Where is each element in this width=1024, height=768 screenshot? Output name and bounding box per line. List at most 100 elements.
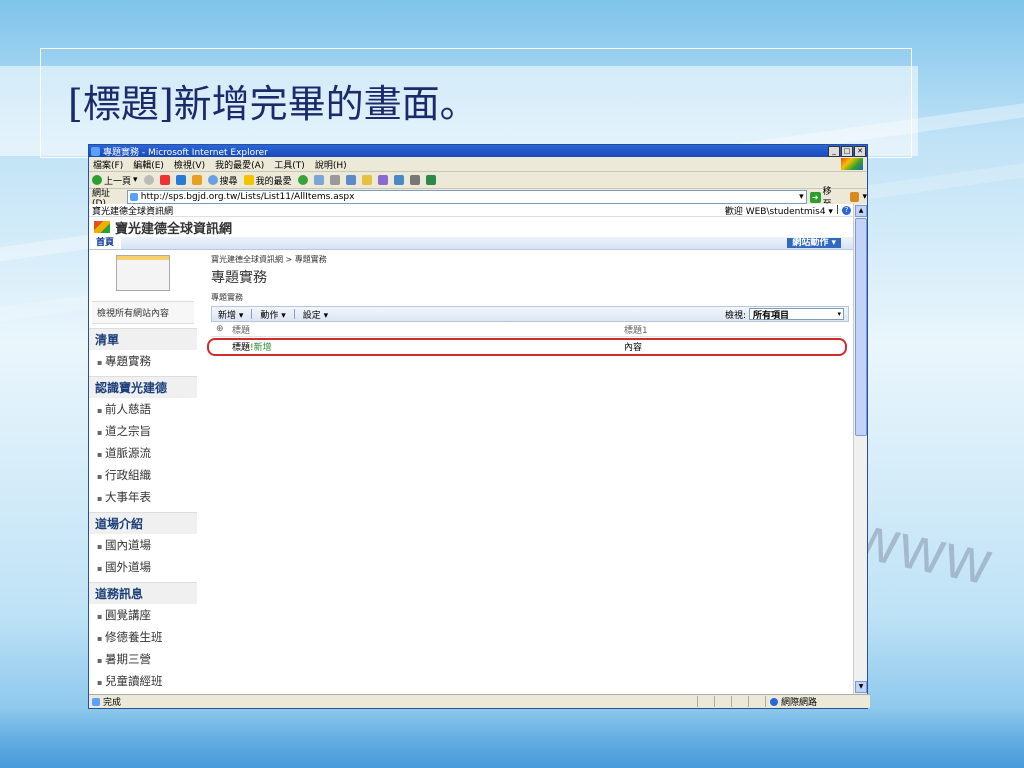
column-title1[interactable]: 標題1 (624, 323, 648, 336)
slide-title: [標題]新增完畢的畫面。 (68, 82, 478, 126)
close-button[interactable]: ✕ (854, 145, 866, 157)
ie-icon (91, 146, 100, 156)
sp-header: 寶光建德全球資訊網 (89, 217, 853, 237)
sidebar-item[interactable]: 大事年表 (89, 486, 197, 508)
table-row[interactable]: 標題!新增 內容 (207, 338, 847, 356)
menu-bar: 檔案(F) 編輯(E) 檢視(V) 我的最愛(A) 工具(T) 說明(H) (89, 157, 867, 172)
mail-icon[interactable] (313, 175, 324, 185)
list-header: ⊕ 標題 標題1 (211, 322, 841, 337)
sidebar-item[interactable]: 圓覺講座 (89, 604, 197, 626)
quick-launch: 檢視所有網站內容 清單專題實務認識寶光建德前人慈語道之宗旨道脈源流行政組織大事年… (89, 250, 197, 694)
messenger-icon[interactable] (393, 175, 404, 185)
links-icon[interactable] (849, 192, 860, 202)
highlight-oval (207, 338, 847, 356)
search-label: 搜尋 (219, 176, 238, 187)
title-bar: 專題實務 - Microsoft Internet Explorer _ □ ✕ (89, 145, 867, 158)
tool-icon[interactable] (425, 175, 436, 185)
print-icon[interactable] (329, 175, 340, 185)
bg-bottom-band (0, 708, 1024, 768)
list-description: 專題實務 (211, 293, 243, 302)
sidebar-item[interactable]: 前人慈語 (89, 398, 197, 420)
scroll-up-arrow-icon[interactable]: ▲ (855, 205, 867, 217)
sidebar-item[interactable]: 道之宗旨 (89, 420, 197, 442)
home-icon[interactable] (191, 175, 202, 185)
search-icon (207, 175, 218, 185)
list-toolbar: 新增 ▾ 動作 ▾ 設定 ▾ 檢視: 所有項目 ▾ (211, 306, 849, 322)
scroll-down-arrow-icon[interactable]: ▼ (855, 681, 867, 693)
sidebar-item[interactable]: 國內道場 (89, 534, 197, 556)
forward-icon[interactable] (143, 175, 154, 185)
discuss-icon[interactable] (409, 175, 420, 185)
site-name[interactable]: 寶光建德全球資訊網 (115, 218, 232, 237)
sidebar-item[interactable]: 修德養生班 (89, 626, 197, 648)
star-icon (243, 175, 254, 185)
status-bar: 完成 網際網路 (89, 694, 870, 708)
back-arrow-icon (92, 175, 102, 185)
toolbar-separator (251, 309, 253, 319)
page-title: 專題實務 (211, 270, 267, 286)
done-page-icon (92, 697, 100, 706)
page-content: 寶光建德全球資訊網 歡迎 WEB\studentmis4 ▾ | ? 寶光建德全… (89, 204, 853, 694)
address-input[interactable]: http://sps.bgjd.org.tw/Lists/List11/AllI… (126, 190, 807, 204)
page-icon (129, 193, 138, 201)
address-dropdown-icon[interactable]: ▾ (799, 192, 804, 202)
globe-icon (770, 697, 778, 706)
maximize-button[interactable]: □ (841, 145, 853, 157)
breadcrumb[interactable]: 寶光建德全球資訊網 > 專題實務 (211, 254, 853, 265)
actions-menu[interactable]: 動作 ▾ (260, 308, 285, 321)
menu-help[interactable]: 說明(H) (315, 158, 347, 171)
sidebar-item[interactable]: 專題實務 (89, 350, 197, 372)
column-title[interactable]: 標題 (232, 323, 624, 336)
top-site-link[interactable]: 寶光建德全球資訊網 (92, 204, 173, 217)
site-image (116, 255, 170, 291)
security-zone: 網際網路 (765, 696, 870, 708)
stop-icon[interactable] (159, 175, 170, 185)
sidebar-item[interactable]: 行政組織 (89, 464, 197, 486)
nav-group-header[interactable]: 清單 (89, 328, 197, 350)
top-nav-bar: 首頁 網站動作 ▾ (89, 237, 853, 250)
view-value: 所有項目 (753, 310, 790, 321)
search-button[interactable]: 搜尋 (207, 174, 238, 187)
minimize-button[interactable]: _ (828, 145, 840, 157)
sp-top-bar: 寶光建德全球資訊網 歡迎 WEB\studentmis4 ▾ | ? (89, 204, 853, 217)
menu-edit[interactable]: 編輯(E) (133, 158, 164, 171)
edit-icon[interactable] (345, 175, 356, 185)
help-icon[interactable]: ? (842, 205, 851, 215)
new-menu[interactable]: 新增 ▾ (218, 308, 243, 321)
menu-view[interactable]: 檢視(V) (174, 158, 205, 171)
nav-group-header[interactable]: 認識寶光建德 (89, 376, 197, 398)
site-logo-icon (94, 221, 110, 233)
windows-logo-icon (841, 158, 863, 170)
tab-home[interactable]: 首頁 (89, 237, 122, 249)
window-title: 專題實務 - Microsoft Internet Explorer (103, 147, 268, 158)
sidebar-item[interactable]: 兒童讀經班 (89, 670, 197, 692)
research-icon[interactable] (377, 175, 388, 185)
nav-group-header[interactable]: 道場介紹 (89, 512, 197, 534)
menu-tools[interactable]: 工具(T) (274, 158, 305, 171)
vertical-scrollbar[interactable]: ▲ ▼ (853, 204, 867, 694)
sidebar-item[interactable]: 國外道場 (89, 556, 197, 578)
standard-toolbar: 上一頁 ▾ 搜尋 我的最愛 (89, 172, 867, 189)
history-icon[interactable] (297, 175, 308, 185)
menu-favorites[interactable]: 我的最愛(A) (215, 158, 264, 171)
status-text: 完成 (103, 698, 122, 708)
main-area: 寶光建德全球資訊網 > 專題實務 專題實務 專題實務 新增 ▾ 動作 ▾ 設定 … (197, 250, 853, 694)
sidebar-item[interactable]: 道脈源流 (89, 442, 197, 464)
site-actions-button[interactable]: 網站動作 ▾ (787, 238, 841, 248)
go-arrow-icon: ➜ (809, 191, 821, 203)
toolbar-separator (293, 309, 295, 319)
folder-icon[interactable] (361, 175, 372, 185)
sidebar-item[interactable]: 暑期三營 (89, 648, 197, 670)
scroll-thumb[interactable] (855, 218, 867, 436)
ie-window: 專題實務 - Microsoft Internet Explorer _ □ ✕… (88, 144, 870, 709)
menu-file[interactable]: 檔案(F) (93, 158, 123, 171)
view-label: 檢視: (724, 310, 746, 321)
refresh-icon[interactable] (175, 175, 186, 185)
settings-menu[interactable]: 設定 ▾ (303, 308, 328, 321)
zone-label: 網際網路 (781, 698, 818, 708)
view-select[interactable]: 所有項目 ▾ (749, 308, 844, 321)
welcome-menu[interactable]: 歡迎 WEB\studentmis4 ▾ (725, 204, 833, 217)
view-all-site-content-link[interactable]: 檢視所有網站內容 (92, 301, 194, 324)
nav-group-header[interactable]: 道務訊息 (89, 582, 197, 604)
favorites-button[interactable]: 我的最愛 (243, 174, 292, 187)
